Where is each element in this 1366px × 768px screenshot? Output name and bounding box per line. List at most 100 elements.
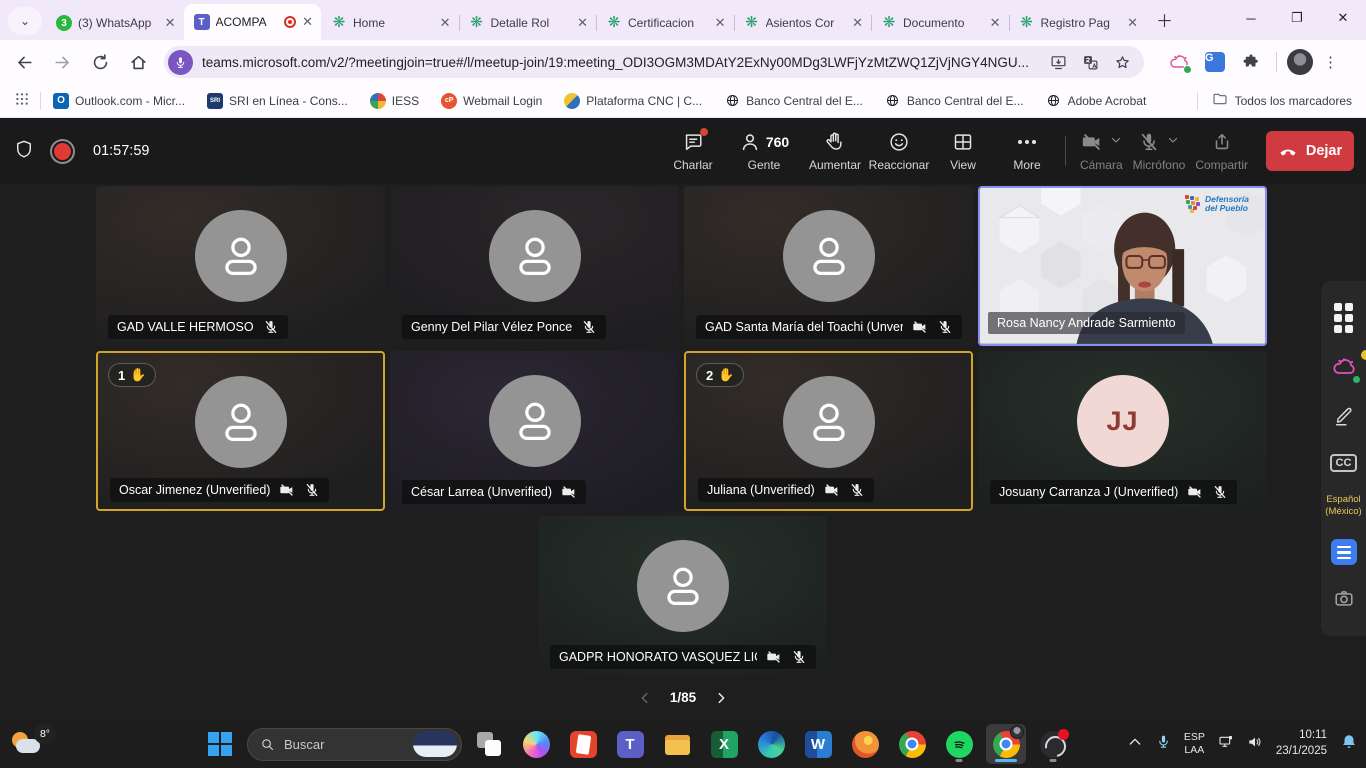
participant-tile[interactable]: GAD VALLE HERMOSO bbox=[96, 186, 385, 346]
chat-button[interactable]: Charlar bbox=[664, 130, 722, 172]
url-text[interactable]: teams.microsoft.com/v2/?meetingjoin=true… bbox=[202, 55, 1038, 70]
address-bar[interactable]: teams.microsoft.com/v2/?meetingjoin=true… bbox=[164, 46, 1144, 78]
minimize-button[interactable]: ─ bbox=[1228, 0, 1274, 36]
reload-icon[interactable] bbox=[86, 48, 114, 76]
tab-certificacion[interactable]: ❋ Certificacion ✕ bbox=[596, 6, 734, 40]
bookmark-cnc[interactable]: Plataforma CNC | C... bbox=[564, 93, 702, 109]
pdf-app-button[interactable] bbox=[563, 724, 603, 764]
all-bookmarks[interactable]: Todos los marcadores bbox=[1183, 91, 1352, 110]
tab-close-icon[interactable]: ✕ bbox=[1127, 15, 1138, 31]
tab-close-icon[interactable]: ✕ bbox=[852, 15, 863, 31]
people-button[interactable]: 760 Gente bbox=[728, 130, 800, 172]
obs-button[interactable] bbox=[1033, 724, 1073, 764]
captions-badge[interactable]: CC bbox=[1330, 454, 1358, 472]
participant-tile-video[interactable]: Defensoría del Pueblo Rosa Nancy Andrade… bbox=[978, 186, 1267, 346]
tab-close-icon[interactable]: ✕ bbox=[577, 15, 588, 31]
mic-button[interactable]: Micrófono bbox=[1133, 130, 1186, 172]
start-button[interactable] bbox=[200, 724, 240, 764]
participant-tile[interactable]: GADPR HONORATO VASQUEZ LIC. VI... bbox=[538, 516, 827, 676]
participant-tile[interactable]: Genny Del Pilar Vélez Ponce bbox=[390, 186, 679, 346]
task-view-button[interactable] bbox=[469, 724, 509, 764]
tab-registro-pag[interactable]: ❋ Registro Pag ✕ bbox=[1009, 6, 1147, 40]
bookmark-sri[interactable]: SRI SRI en Línea - Cons... bbox=[207, 93, 348, 109]
back-icon[interactable] bbox=[10, 48, 38, 76]
share-button[interactable]: Compartir bbox=[1195, 130, 1248, 172]
install-app-icon[interactable] bbox=[1046, 50, 1070, 74]
profile-avatar[interactable] bbox=[1287, 49, 1313, 75]
tray-chevron-up-icon[interactable] bbox=[1127, 734, 1143, 755]
taskbar-weather-widget[interactable]: 8° bbox=[10, 724, 66, 764]
chrome-button[interactable] bbox=[892, 724, 932, 764]
translate-extension-icon[interactable]: G bbox=[1202, 49, 1228, 75]
spotify-button[interactable] bbox=[939, 724, 979, 764]
chrome-profile-button[interactable] bbox=[986, 724, 1026, 764]
apps-grid-icon[interactable] bbox=[1334, 303, 1353, 333]
participant-tile[interactable]: JJ Josuany Carranza J (Unverified) bbox=[978, 351, 1267, 511]
participant-tile[interactable]: 1 ✋ Oscar Jimenez (Unverified) bbox=[96, 351, 385, 511]
tab-search-caret[interactable]: ⌄ bbox=[8, 7, 42, 35]
tab-close-icon[interactable]: ✕ bbox=[990, 15, 1001, 31]
highlighter-icon[interactable] bbox=[1333, 405, 1355, 432]
participant-tile[interactable]: GAD Santa María del Toachi (Unverifi... bbox=[684, 186, 973, 346]
new-tab-button[interactable]: ＋ bbox=[1156, 7, 1173, 32]
tab-close-icon[interactable]: ✕ bbox=[165, 15, 176, 31]
camera-off-icon bbox=[1187, 484, 1203, 500]
camera-chevron-icon[interactable] bbox=[1110, 133, 1122, 151]
tab-detalle-rol[interactable]: ❋ Detalle Rol ✕ bbox=[459, 6, 597, 40]
participant-tile[interactable]: 2 ✋ Juliana (Unverified) bbox=[684, 351, 973, 511]
tab-teams-meeting[interactable]: T ACOMPA ✕ bbox=[184, 4, 322, 40]
tab-close-icon[interactable]: ✕ bbox=[715, 15, 726, 31]
close-button[interactable]: ✕ bbox=[1320, 0, 1366, 36]
screenshot-camera-icon[interactable] bbox=[1333, 587, 1355, 614]
raise-hand-button[interactable]: Aumentar bbox=[806, 130, 864, 172]
clock[interactable]: 10:11 23/1/2025 bbox=[1276, 728, 1327, 759]
camera-button[interactable]: Cámara bbox=[1080, 130, 1123, 172]
bookmark-iess[interactable]: IESS bbox=[370, 93, 419, 109]
tray-mic-icon[interactable] bbox=[1156, 734, 1171, 754]
participant-tile[interactable]: César Larrea (Unverified) bbox=[390, 351, 679, 511]
browser-menu-icon[interactable]: ⋮ bbox=[1323, 53, 1339, 71]
firefox-button[interactable] bbox=[845, 724, 885, 764]
weather-extension-icon[interactable] bbox=[1332, 355, 1356, 384]
teams-app-button[interactable]: T bbox=[610, 724, 650, 764]
bookmark-webmail[interactable]: cP Webmail Login bbox=[441, 93, 542, 109]
apps-grid-icon[interactable] bbox=[14, 91, 30, 110]
restore-button[interactable]: ❐ bbox=[1274, 0, 1320, 36]
site-mic-permission-icon[interactable] bbox=[168, 50, 193, 75]
more-button[interactable]: More bbox=[998, 130, 1056, 172]
network-icon[interactable] bbox=[1218, 734, 1234, 755]
tab-home[interactable]: ❋ Home ✕ bbox=[321, 6, 459, 40]
translate-icon[interactable] bbox=[1078, 50, 1102, 74]
view-button[interactable]: View bbox=[934, 130, 992, 172]
weather-extension-icon[interactable] bbox=[1166, 49, 1192, 75]
home-icon[interactable] bbox=[124, 48, 152, 76]
taskbar-search[interactable]: Buscar bbox=[247, 728, 462, 761]
tab-close-icon[interactable]: ✕ bbox=[440, 15, 451, 31]
mic-chevron-icon[interactable] bbox=[1167, 133, 1179, 151]
extensions-puzzle-icon[interactable] bbox=[1238, 49, 1264, 75]
volume-icon[interactable] bbox=[1247, 734, 1263, 755]
react-button[interactable]: Reaccionar bbox=[870, 130, 928, 172]
word-button[interactable]: W bbox=[798, 724, 838, 764]
forward-icon[interactable] bbox=[48, 48, 76, 76]
file-explorer-button[interactable] bbox=[657, 724, 697, 764]
bookmark-star-icon[interactable] bbox=[1110, 50, 1134, 74]
bookmark-outlook[interactable]: O Outlook.com - Micr... bbox=[53, 93, 185, 109]
docs-icon[interactable] bbox=[1331, 539, 1357, 565]
tab-whatsapp[interactable]: 3 (3) WhatsApp ✕ bbox=[46, 6, 184, 40]
bookmark-banco-central-2[interactable]: Banco Central del E... bbox=[885, 93, 1024, 109]
caption-language-label[interactable]: Español (México) bbox=[1321, 494, 1366, 518]
tab-asientos[interactable]: ❋ Asientos Cor ✕ bbox=[734, 6, 872, 40]
notification-bell-icon[interactable] bbox=[1340, 733, 1358, 756]
excel-button[interactable]: X bbox=[704, 724, 744, 764]
leave-button[interactable]: Dejar bbox=[1266, 131, 1354, 171]
next-page-icon[interactable] bbox=[714, 691, 728, 705]
edge-button[interactable] bbox=[751, 724, 791, 764]
tab-documento[interactable]: ❋ Documento ✕ bbox=[871, 6, 1009, 40]
tab-close-icon[interactable]: ✕ bbox=[302, 14, 313, 30]
bookmark-banco-central-1[interactable]: Banco Central del E... bbox=[724, 93, 863, 109]
previous-page-icon[interactable] bbox=[638, 691, 652, 705]
bookmark-adobe[interactable]: Adobe Acrobat bbox=[1046, 93, 1147, 109]
copilot-button[interactable] bbox=[516, 724, 556, 764]
language-indicator[interactable]: ESP LAA bbox=[1184, 731, 1205, 756]
